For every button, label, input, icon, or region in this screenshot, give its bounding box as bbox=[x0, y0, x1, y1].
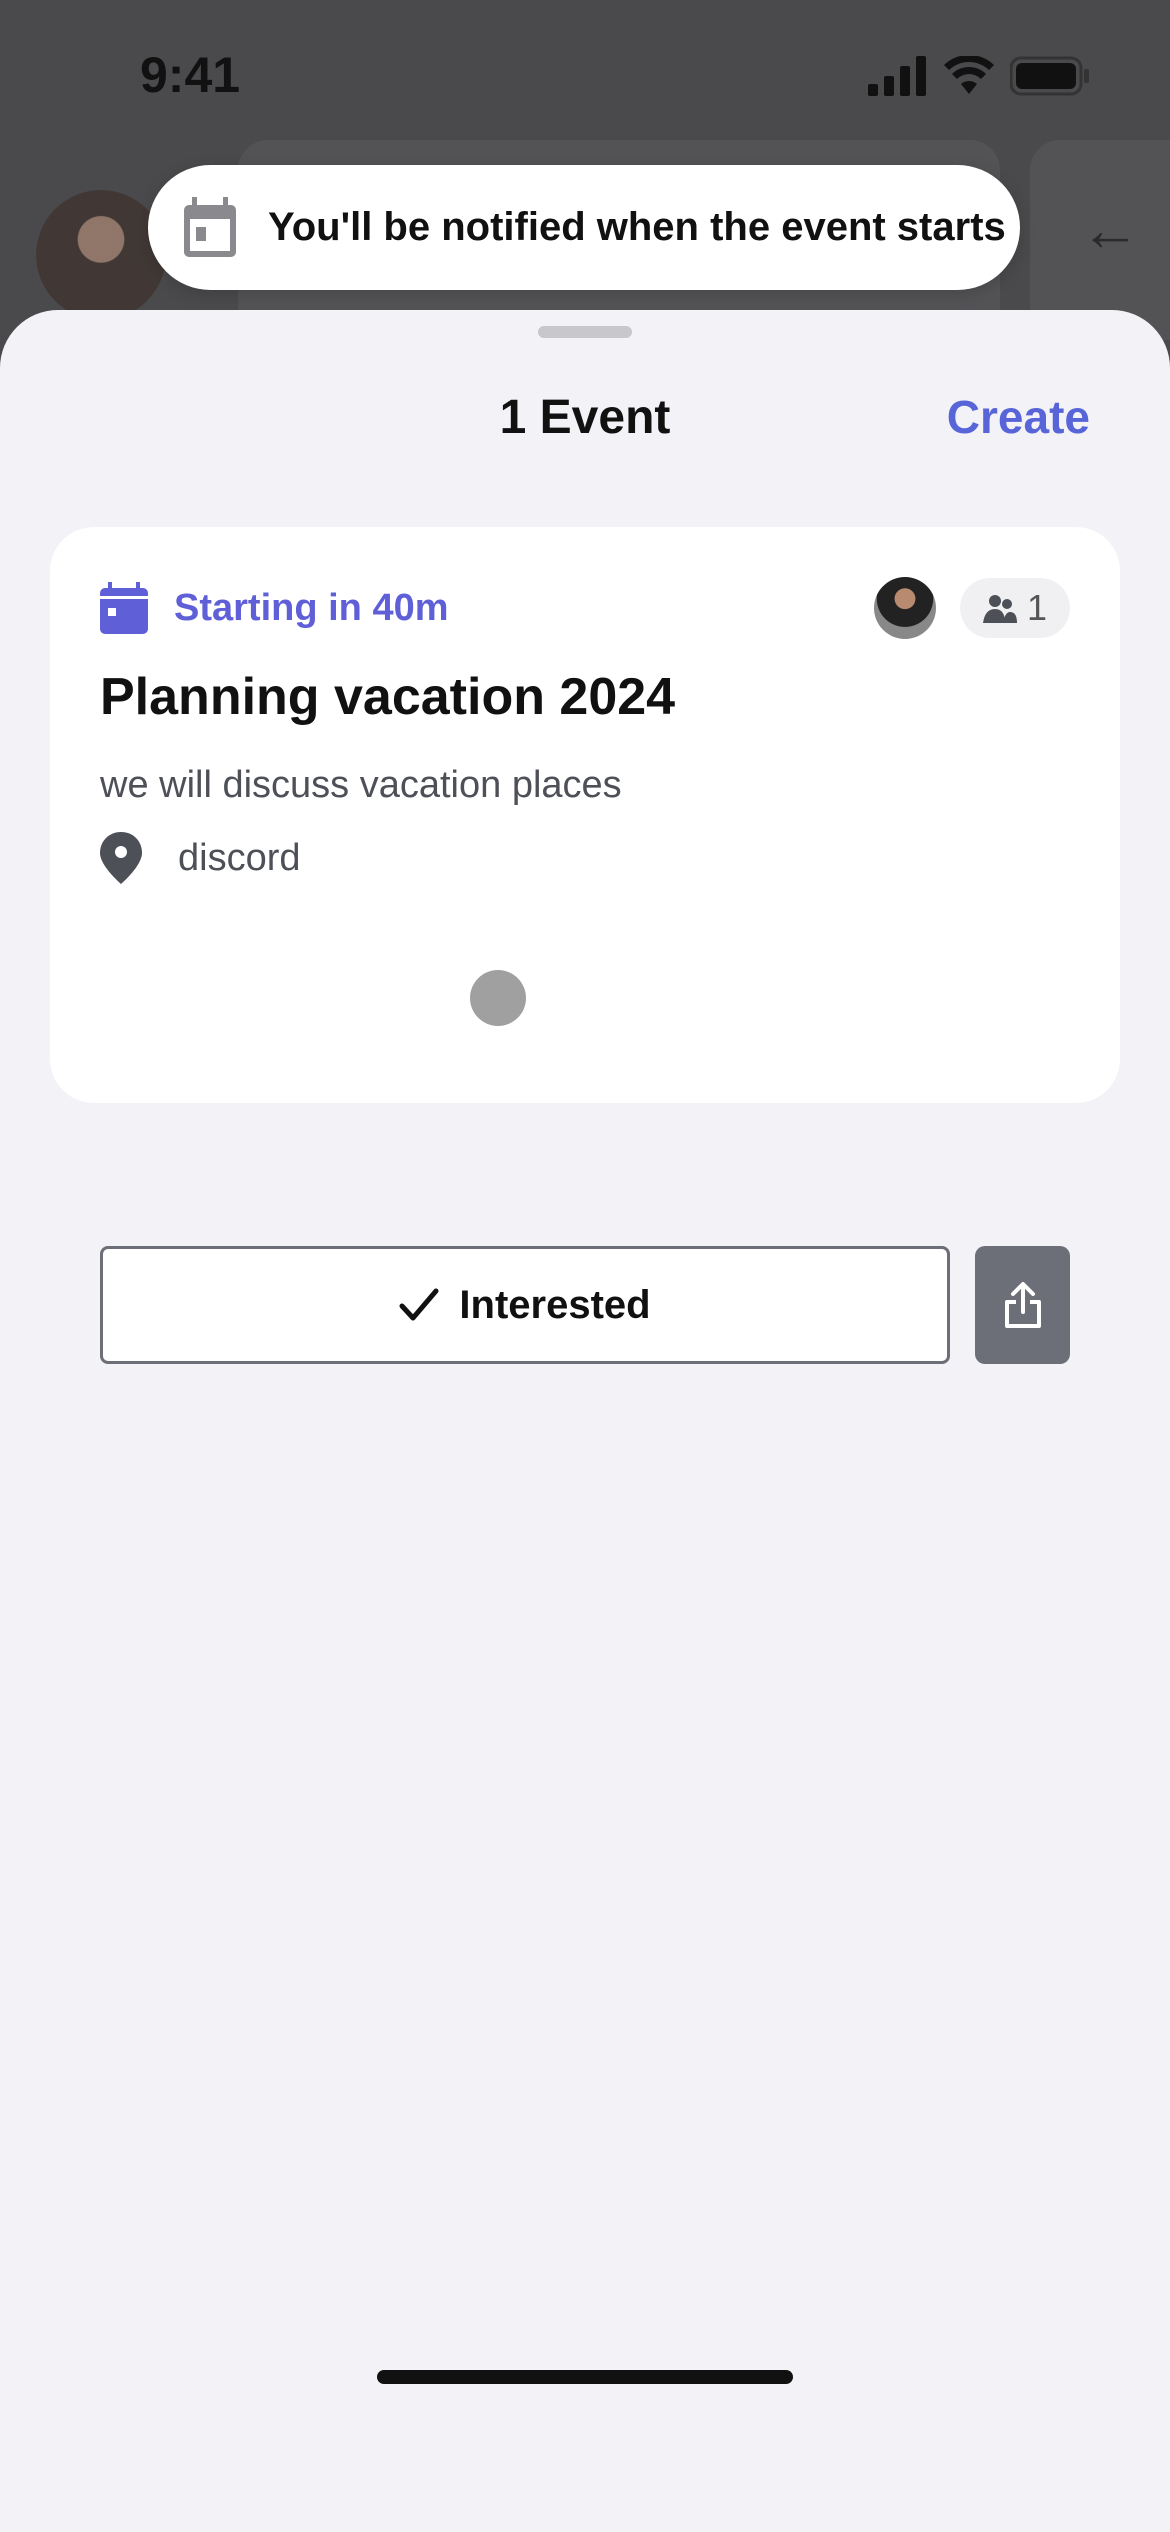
share-button[interactable] bbox=[975, 1246, 1070, 1364]
notification-toast: You'll be notified when the event starts bbox=[148, 165, 1020, 290]
signal-icon bbox=[868, 56, 926, 96]
background-avatar bbox=[36, 190, 166, 320]
calendar-icon bbox=[100, 582, 148, 634]
location-name: discord bbox=[178, 836, 301, 879]
status-time: 9:41 bbox=[140, 47, 241, 103]
create-event-button[interactable]: Create bbox=[947, 390, 1090, 444]
event-card[interactable]: Starting in 40m 1 Planning vacation 2024… bbox=[50, 527, 1120, 1364]
back-arrow-icon: ← bbox=[1080, 196, 1140, 263]
attendee-avatar[interactable] bbox=[874, 577, 936, 639]
touch-indicator bbox=[470, 970, 526, 1026]
interested-count-badge[interactable]: 1 bbox=[960, 578, 1070, 638]
calendar-icon bbox=[184, 196, 236, 257]
event-description: we will discuss vacation places bbox=[100, 764, 622, 806]
event-title: Planning vacation 2024 bbox=[100, 668, 676, 726]
interested-count: 1 bbox=[1026, 587, 1048, 628]
home-indicator[interactable] bbox=[377, 2370, 793, 2384]
toast-message: You'll be notified when the event starts bbox=[268, 205, 1006, 249]
event-location: discord bbox=[100, 832, 301, 884]
event-start-time: Starting in 40m bbox=[174, 586, 449, 629]
location-pin-icon bbox=[100, 832, 142, 884]
share-icon bbox=[1004, 1282, 1041, 1328]
events-sheet: 1 Event Create Starting in 40m 1 Plannin… bbox=[0, 310, 1170, 2532]
status-icons bbox=[868, 56, 1090, 96]
status-bar: 9:41 bbox=[0, 0, 1170, 150]
people-icon bbox=[982, 595, 1017, 623]
sheet-drag-handle[interactable] bbox=[538, 326, 632, 338]
battery-icon bbox=[1010, 56, 1089, 96]
checkmark-icon bbox=[399, 1288, 439, 1321]
interested-label: Interested bbox=[459, 1282, 651, 1327]
interested-button[interactable]: Interested bbox=[100, 1246, 950, 1364]
wifi-icon bbox=[944, 56, 994, 94]
event-status: Starting in 40m bbox=[100, 582, 449, 634]
